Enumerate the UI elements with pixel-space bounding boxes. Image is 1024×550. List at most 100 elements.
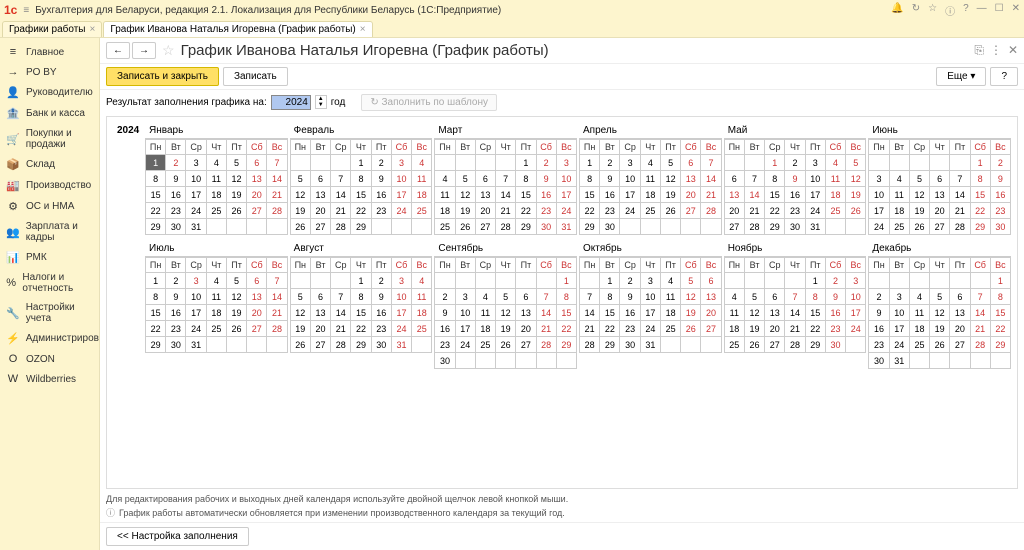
calendar-day[interactable]: 16 [990,187,1010,203]
calendar-day[interactable]: 15 [351,305,371,321]
calendar-day[interactable]: 24 [889,337,909,353]
calendar-day[interactable]: 3 [889,289,909,305]
calendar-day[interactable]: 16 [785,187,805,203]
sidebar-item[interactable]: 🛒Покупки и продажи [0,124,99,154]
calendar-day[interactable]: 27 [516,337,536,353]
stepper-down-icon[interactable]: ▼ [316,102,326,108]
calendar-day[interactable]: 5 [744,289,764,305]
save-button[interactable]: Записать [223,67,288,86]
panel-close-icon[interactable]: ✕ [1008,43,1018,58]
calendar-day[interactable]: 21 [970,321,990,337]
calendar-day[interactable]: 7 [331,289,351,305]
calendar-day[interactable]: 4 [206,273,226,289]
calendar-day[interactable]: 4 [724,289,744,305]
calendar-day[interactable]: 20 [930,203,950,219]
calendar-day[interactable]: 12 [681,289,701,305]
calendar-day[interactable]: 1 [146,155,166,171]
calendar-day[interactable]: 20 [475,203,495,219]
calendar-day[interactable]: 10 [640,289,660,305]
sidebar-item[interactable]: OOZON [0,349,99,369]
calendar-day[interactable]: 11 [724,305,744,321]
calendar-day[interactable]: 29 [970,219,990,235]
calendar-day[interactable]: 9 [371,171,391,187]
calendar-day[interactable]: 4 [475,289,495,305]
calendar-day[interactable]: 27 [765,337,785,353]
calendar-day[interactable]: 5 [290,171,310,187]
calendar-day[interactable]: 29 [600,337,620,353]
calendar-day[interactable]: 10 [805,171,825,187]
calendar-day[interactable]: 18 [412,187,432,203]
calendar-day[interactable]: 15 [765,187,785,203]
calendar-day[interactable]: 23 [166,321,186,337]
calendar-day[interactable]: 16 [869,321,889,337]
calendar-day[interactable]: 19 [496,321,516,337]
calendar-day[interactable]: 3 [556,155,576,171]
calendar-day[interactable]: 29 [556,337,576,353]
calendar-day[interactable]: 31 [556,219,576,235]
bell-icon[interactable]: 🔔 [891,3,903,18]
calendar-day[interactable]: 6 [930,171,950,187]
calendar-day[interactable]: 9 [536,171,556,187]
calendar-day[interactable]: 1 [765,155,785,171]
calendar-day[interactable]: 28 [744,219,764,235]
calendar-day[interactable]: 13 [724,187,744,203]
calendar-day[interactable]: 27 [247,203,267,219]
calendar-day[interactable]: 26 [226,203,246,219]
calendar-day[interactable]: 29 [146,337,166,353]
calendar-day[interactable]: 17 [869,203,889,219]
calendar-day[interactable]: 2 [990,155,1010,171]
calendar-day[interactable]: 22 [970,203,990,219]
sidebar-item[interactable]: 🏭Производство [0,175,99,196]
calendar-day[interactable]: 15 [351,187,371,203]
calendar-day[interactable]: 4 [825,155,845,171]
calendar-day[interactable]: 23 [600,203,620,219]
calendar-day[interactable]: 27 [950,337,970,353]
calendar-day[interactable]: 30 [869,353,889,369]
calendar-day[interactable]: 6 [310,289,330,305]
calendar-day[interactable]: 17 [391,187,411,203]
calendar-day[interactable]: 17 [889,321,909,337]
calendar-day[interactable]: 13 [681,171,701,187]
calendar-day[interactable]: 23 [869,337,889,353]
calendar-day[interactable]: 31 [186,337,206,353]
calendar-day[interactable]: 9 [600,171,620,187]
calendar-day[interactable]: 28 [267,203,287,219]
menu-icon[interactable]: ≡ [23,5,29,16]
calendar-day[interactable]: 6 [247,155,267,171]
sidebar-item[interactable]: 🔧Настройки учета [0,298,99,328]
calendar-day[interactable]: 2 [825,273,845,289]
calendar-day[interactable]: 18 [206,305,226,321]
calendar-day[interactable]: 29 [990,337,1010,353]
calendar-day[interactable]: 31 [186,219,206,235]
calendar-day[interactable]: 10 [869,187,889,203]
calendar-day[interactable]: 13 [930,187,950,203]
calendar-day[interactable]: 1 [146,273,166,289]
calendar-day[interactable]: 3 [869,171,889,187]
calendar-day[interactable]: 23 [536,203,556,219]
calendar-day[interactable]: 26 [290,219,310,235]
calendar-day[interactable]: 16 [371,187,391,203]
calendar-day[interactable]: 22 [765,203,785,219]
calendar-day[interactable]: 19 [226,305,246,321]
calendar-day[interactable]: 26 [681,321,701,337]
calendar-day[interactable]: 1 [600,273,620,289]
calendar-day[interactable]: 27 [475,219,495,235]
calendar-day[interactable]: 23 [435,337,455,353]
calendar-day[interactable]: 8 [351,289,371,305]
calendar-day[interactable]: 29 [580,219,600,235]
calendar-day[interactable]: 17 [620,187,640,203]
calendar-day[interactable]: 15 [805,305,825,321]
calendar-day[interactable]: 26 [909,219,929,235]
calendar-day[interactable]: 18 [660,305,680,321]
calendar-day[interactable]: 8 [146,289,166,305]
calendar-day[interactable]: 9 [869,305,889,321]
calendar-day[interactable]: 13 [310,305,330,321]
calendar-day[interactable]: 11 [435,187,455,203]
calendar-day[interactable]: 25 [640,203,660,219]
calendar-day[interactable]: 20 [516,321,536,337]
calendar-day[interactable]: 13 [950,305,970,321]
calendar-day[interactable]: 8 [146,171,166,187]
calendar-day[interactable]: 10 [186,171,206,187]
calendar-day[interactable]: 28 [331,219,351,235]
calendar-day[interactable]: 19 [681,305,701,321]
